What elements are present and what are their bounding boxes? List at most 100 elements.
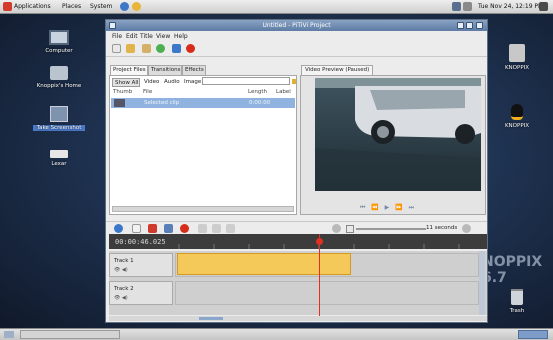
zoom-slider[interactable] [356, 228, 426, 230]
zoom-out-icon[interactable] [332, 224, 341, 233]
top-panel: Applications Places System Tue Nov 24, 1… [0, 0, 553, 14]
window-title: Untitled - PiTiVi Project [262, 22, 331, 29]
window-titlebar[interactable]: Untitled - PiTiVi Project [106, 20, 487, 31]
track-lane-2[interactable] [175, 281, 479, 305]
timeline-ruler[interactable]: 00:00:46.025 [109, 234, 487, 249]
screenshot-icon [50, 106, 68, 122]
gnome-foot-icon[interactable] [3, 2, 12, 11]
desktop-icon-knoppix-disc[interactable]: KNOPPIX [491, 44, 543, 71]
track-header-2[interactable]: Track 2 👁 ◀) [109, 281, 173, 305]
desktop-icon-computer[interactable]: Computer [33, 30, 85, 54]
desktop-icon-home[interactable]: Knoppix's Home [33, 66, 85, 89]
col-label[interactable]: Label [276, 89, 291, 95]
playhead[interactable] [319, 234, 320, 316]
timeline-scrollbar[interactable] [109, 316, 487, 321]
main-toolbar [106, 41, 487, 57]
search-input[interactable] [202, 77, 290, 85]
tab-project-files[interactable]: Project Files [110, 65, 148, 75]
zoom-in-icon[interactable] [462, 224, 471, 233]
tux-penguin-icon [511, 104, 523, 120]
volume-icon[interactable] [539, 2, 548, 11]
menu-system[interactable]: System [90, 3, 112, 10]
clear-search-icon[interactable] [292, 79, 296, 84]
computer-icon [49, 30, 69, 45]
desktop-icon-lexar[interactable]: Lexar [33, 150, 85, 167]
tab-transitions[interactable]: Transitions [148, 65, 182, 75]
bottom-panel [0, 328, 553, 340]
knoppix-watermark: NOPPIX 6.7 [482, 254, 543, 286]
video-frame-image [315, 78, 481, 191]
workspace-switcher[interactable] [518, 330, 548, 339]
save-icon[interactable] [142, 44, 151, 53]
menu-title[interactable]: Title [140, 33, 153, 40]
preview-label: Video Preview (Paused) [301, 65, 374, 75]
disc-icon [509, 44, 525, 62]
import-icon[interactable] [156, 44, 165, 53]
zoom-label: 11 seconds [426, 225, 458, 231]
trash-icon [511, 289, 523, 305]
timeline-clip[interactable] [177, 253, 351, 275]
track-header-1[interactable]: Track 1 👁 ◀) [109, 253, 173, 277]
close-button[interactable] [476, 22, 483, 29]
unlink-icon[interactable] [164, 224, 173, 233]
record-icon[interactable] [186, 44, 195, 53]
timeline-tracks: Track 1 👁 ◀) Track 2 👁 ◀) [109, 251, 487, 315]
network-icon[interactable] [452, 2, 461, 11]
filter-audio[interactable]: Audio [162, 78, 182, 87]
browser-launcher-icon[interactable] [120, 2, 129, 11]
menu-help[interactable]: Help [174, 33, 188, 40]
video-preview[interactable] [315, 78, 481, 191]
timeline-toolbar: 11 seconds [106, 221, 487, 235]
menubar: File Edit Title View Help [106, 31, 487, 41]
desktop-icon-knoppix-tux[interactable]: KNOPPIX [491, 104, 543, 129]
clock[interactable]: Tue Nov 24, 12:19 PM [478, 3, 543, 10]
col-thumb[interactable]: Thumb [113, 89, 132, 95]
group-icon[interactable] [198, 224, 207, 233]
ungroup-icon[interactable] [212, 224, 221, 233]
home-folder-icon [50, 66, 68, 80]
track-visibility-audio-icons[interactable]: 👁 ◀) [114, 295, 128, 301]
horizontal-scrollbar[interactable] [112, 206, 294, 212]
pen-icon[interactable] [463, 2, 472, 11]
track-visibility-audio-icons[interactable]: 👁 ◀) [114, 267, 128, 273]
track-name: Track 1 [114, 258, 134, 264]
maximize-button[interactable] [466, 22, 473, 29]
record-icon[interactable] [180, 224, 189, 233]
show-desktop-icon[interactable] [4, 331, 14, 338]
desktop-icon-trash[interactable]: Trash [491, 289, 543, 314]
open-project-icon[interactable] [126, 44, 135, 53]
menu-edit[interactable]: Edit [126, 33, 138, 40]
help-launcher-icon[interactable] [132, 2, 141, 11]
vertical-scrollbar[interactable] [479, 251, 485, 315]
cut-icon[interactable] [148, 224, 157, 233]
filter-image[interactable]: Image [182, 78, 203, 87]
menu-file[interactable]: File [112, 33, 122, 40]
menu-applications[interactable]: Applications [14, 3, 51, 10]
ruler-ticks [178, 244, 460, 249]
clip-thumbnail [114, 99, 125, 107]
taskbar-button-pitivi[interactable] [20, 330, 120, 339]
filter-video[interactable]: Video [142, 78, 161, 87]
drive-icon [50, 150, 68, 158]
align-icon[interactable] [226, 224, 235, 233]
filter-show-all[interactable]: Show All [112, 78, 140, 87]
playhead-handle[interactable] [316, 238, 323, 245]
track-name: Track 2 [114, 286, 134, 292]
zoom-slider-handle[interactable] [346, 225, 354, 233]
col-file[interactable]: File [143, 89, 152, 95]
pointer-icon[interactable] [132, 224, 141, 233]
col-length[interactable]: Length [248, 89, 267, 95]
list-item[interactable]: Selected clip 0:00:00 [111, 98, 295, 108]
menu-view[interactable]: View [156, 33, 170, 40]
minimize-button[interactable] [457, 22, 464, 29]
desktop-icon-screenshot[interactable]: Take Screenshot [33, 106, 85, 131]
timeline-scrollbar-thumb[interactable] [199, 317, 223, 320]
new-project-icon[interactable] [112, 44, 121, 53]
menu-places[interactable]: Places [62, 3, 81, 10]
tab-effects[interactable]: Effects [182, 65, 206, 75]
media-library: Show All Video Audio Image Thumb File Le… [109, 75, 297, 215]
playback-controls[interactable]: ⏮ ⏪ ▶ ⏩ ⏭ [360, 204, 416, 212]
add-icon[interactable] [172, 44, 181, 53]
file-name: Selected clip [144, 100, 180, 106]
add-icon[interactable] [114, 224, 123, 233]
